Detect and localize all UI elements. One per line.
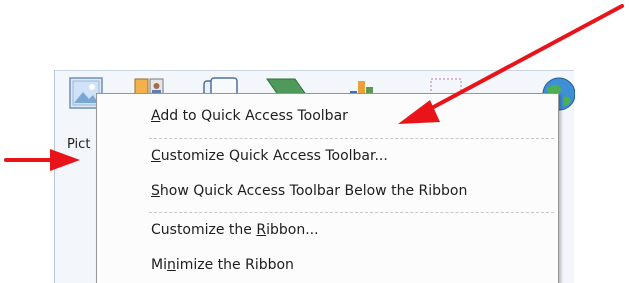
menu-item-show-quick-access-toolbar-below-ribbon[interactable]: Show Quick Access Toolbar Below the Ribb… (97, 177, 558, 205)
menu-item-label: Show Quick Access Toolbar Below the Ribb… (151, 183, 468, 199)
screenshot-stage: Pict Add to Quick Access Toolbar Customi… (0, 0, 629, 283)
picture-button-label[interactable]: Pict (67, 137, 90, 152)
menu-item-label: Minimize the Ribbon (151, 257, 294, 273)
menu-item-customize-quick-access-toolbar[interactable]: Customize Quick Access Toolbar... (97, 142, 558, 170)
menu-item-customize-the-ribbon[interactable]: Customize the Ribbon... (97, 216, 558, 244)
menu-item-add-to-quick-access-toolbar[interactable]: Add to Quick Access Toolbar (97, 102, 558, 130)
menu-item-label: Customize Quick Access Toolbar... (151, 148, 388, 164)
menu-item-label: Customize the Ribbon... (151, 222, 319, 238)
context-menu: Add to Quick Access Toolbar Customize Qu… (96, 93, 559, 283)
menu-separator (149, 212, 554, 213)
menu-item-label: Add to Quick Access Toolbar (151, 108, 348, 124)
menu-separator (149, 138, 554, 139)
menu-item-minimize-the-ribbon[interactable]: Minimize the Ribbon (97, 251, 558, 279)
